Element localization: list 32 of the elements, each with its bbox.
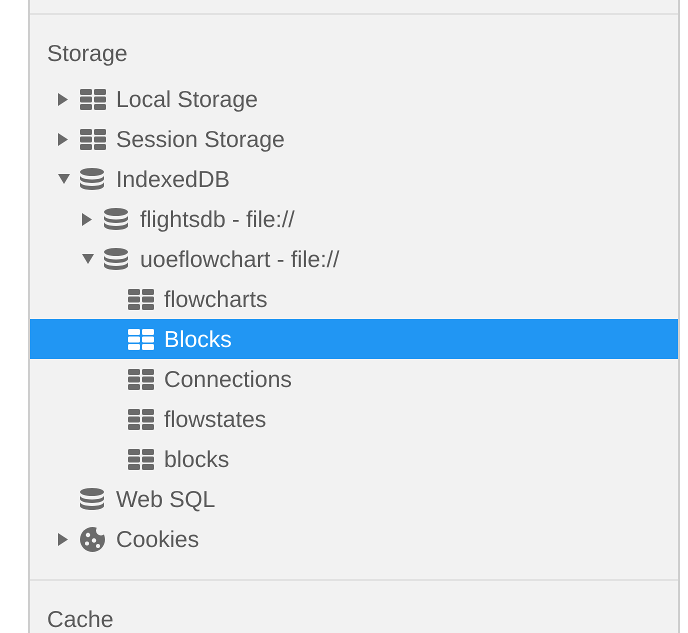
tree-item[interactable]: Connections [30, 359, 678, 399]
caret-right-icon[interactable] [58, 132, 68, 146]
tree-item[interactable]: IndexedDB [30, 159, 678, 199]
table-icon [128, 408, 154, 430]
tree-item[interactable]: Web SQL [30, 479, 678, 519]
caret-down-icon[interactable] [82, 254, 94, 264]
tree-item[interactable]: Blocks [30, 319, 678, 359]
tree-item[interactable]: flowstates [30, 399, 678, 439]
caret-right-icon[interactable] [82, 212, 92, 226]
database-icon [80, 168, 104, 190]
section-heading: Cache [47, 605, 114, 633]
section-heading: Storage [47, 39, 128, 68]
table-icon [80, 88, 106, 110]
tree-item[interactable]: flowcharts [30, 279, 678, 319]
table-icon [128, 448, 154, 470]
database-icon [104, 248, 128, 270]
tree-item[interactable]: flightsdb - file:// [30, 199, 678, 239]
caret-down-icon[interactable] [58, 174, 70, 184]
table-icon [128, 328, 154, 350]
database-icon [80, 488, 104, 510]
tree-item[interactable]: Local Storage [30, 79, 678, 119]
database-icon [104, 208, 128, 230]
caret-right-icon[interactable] [58, 532, 68, 546]
table-icon [128, 368, 154, 390]
tree-item[interactable]: Session Storage [30, 119, 678, 159]
cookie-icon [80, 526, 105, 552]
table-icon [80, 128, 106, 150]
tree-item[interactable]: Cookies [30, 519, 678, 559]
tree-item[interactable]: uoeflowchart - file:// [30, 239, 678, 279]
table-icon [128, 288, 154, 310]
tree-item[interactable]: blocks [30, 439, 678, 479]
caret-right-icon[interactable] [58, 92, 68, 106]
